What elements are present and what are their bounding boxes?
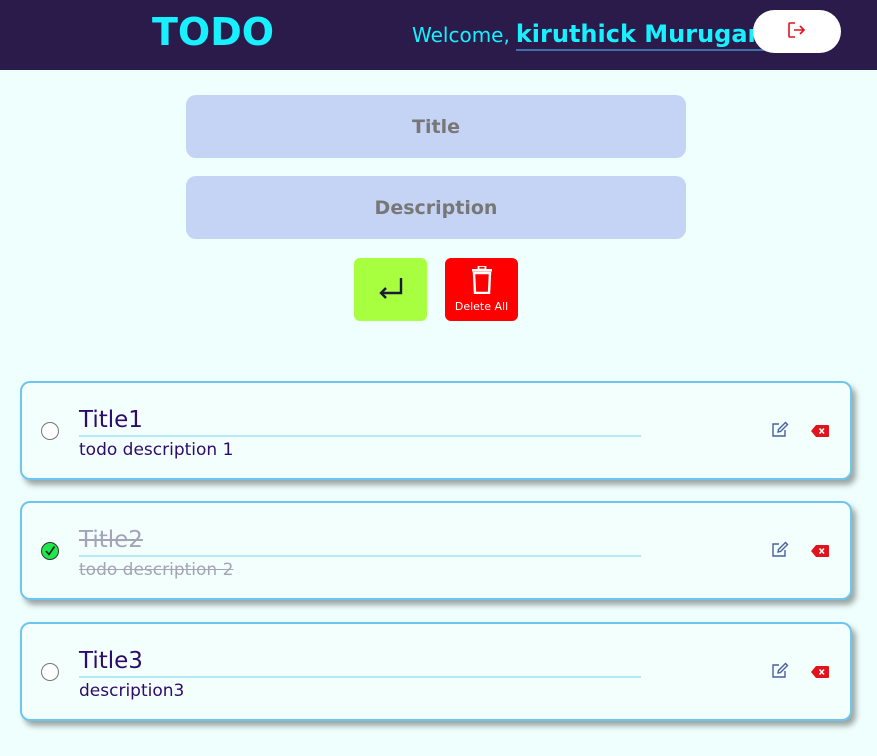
todo-title: Title3 xyxy=(79,646,641,678)
add-todo-button[interactable] xyxy=(354,258,427,321)
welcome-message: Welcome, kiruthick Murugan xyxy=(412,20,765,51)
edit-icon xyxy=(771,421,789,442)
delete-icon xyxy=(811,542,829,561)
todo-card: Title1 todo description 1 xyxy=(20,381,852,480)
todo-title: Title1 xyxy=(79,405,641,437)
title-input[interactable] xyxy=(186,95,686,158)
todo-card: Title2 todo description 2 xyxy=(20,501,852,600)
todo-complete-toggle[interactable] xyxy=(41,422,59,440)
delete-all-label: Delete All xyxy=(454,300,509,313)
edit-button[interactable] xyxy=(770,662,790,682)
todo-description: todo description 2 xyxy=(79,560,234,580)
todo-complete-toggle[interactable] xyxy=(41,542,59,560)
edit-icon xyxy=(771,541,789,562)
delete-all-button[interactable]: Delete All xyxy=(445,258,518,321)
delete-icon xyxy=(811,422,829,441)
todo-card: Title3 description3 xyxy=(20,622,852,721)
edit-button[interactable] xyxy=(770,421,790,441)
edit-icon xyxy=(771,662,789,683)
welcome-label: Welcome, xyxy=(412,23,510,47)
user-name: kiruthick Murugan xyxy=(515,20,765,51)
todo-description: todo description 1 xyxy=(79,440,234,460)
description-input[interactable] xyxy=(186,176,686,239)
logout-icon xyxy=(787,21,807,42)
todo-description: description3 xyxy=(79,681,185,701)
delete-button[interactable] xyxy=(810,543,830,559)
delete-button[interactable] xyxy=(810,423,830,439)
enter-icon xyxy=(376,275,406,304)
edit-button[interactable] xyxy=(770,541,790,561)
delete-icon xyxy=(811,663,829,682)
logout-button[interactable] xyxy=(753,10,841,53)
app-title: TODO xyxy=(152,10,275,54)
top-navbar: TODO Welcome, kiruthick Murugan xyxy=(0,0,877,70)
trash-icon xyxy=(471,265,493,297)
delete-button[interactable] xyxy=(810,664,830,680)
todo-complete-toggle[interactable] xyxy=(41,663,59,681)
checkmark-icon xyxy=(44,542,56,561)
todo-title: Title2 xyxy=(79,525,641,557)
